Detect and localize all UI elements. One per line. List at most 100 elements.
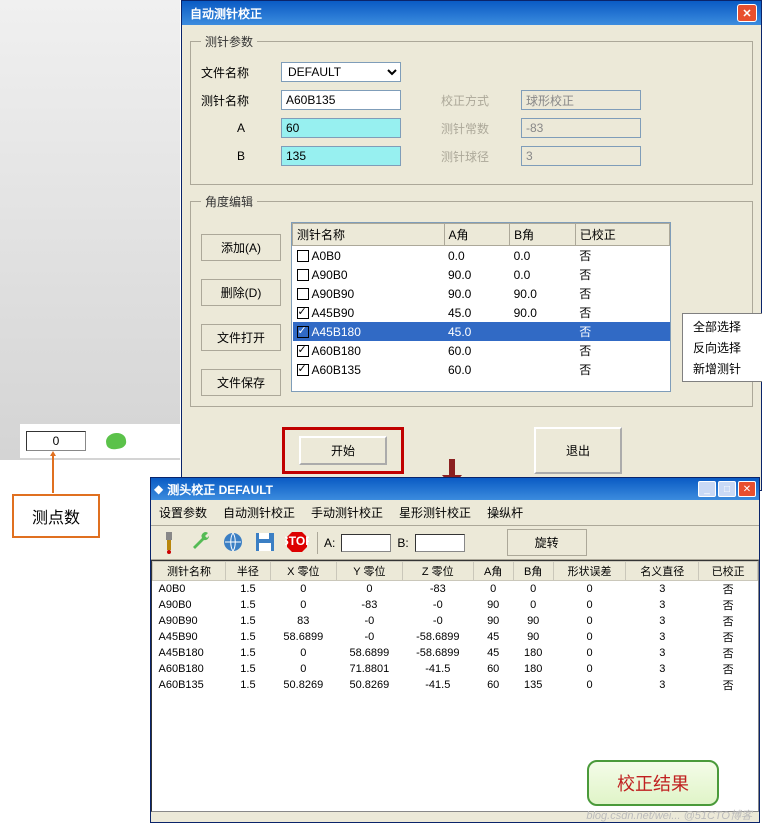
column-header[interactable]: A角 xyxy=(473,562,513,581)
column-header[interactable]: Z 零位 xyxy=(402,562,473,581)
column-header[interactable]: 名义直径 xyxy=(626,562,699,581)
probename-label: 测针名称 xyxy=(201,92,281,109)
table-row[interactable]: A90B9090.090.0否 xyxy=(293,284,670,303)
auto-probe-correction-window: 自动测针校正 ✕ 测针参数 文件名称 DEFAULT 测针名称 A B xyxy=(181,0,762,491)
titlebar[interactable]: ◆ 测头校正 DEFAULT _ □ ✕ xyxy=(151,478,759,500)
column-header[interactable]: B角 xyxy=(513,562,553,581)
minimize-icon[interactable]: _ xyxy=(698,481,716,497)
table-row[interactable]: A45B18045.0否 xyxy=(293,322,670,341)
column-header[interactable]: Y 零位 xyxy=(336,562,402,581)
rotate-button[interactable]: 旋转 xyxy=(507,529,587,556)
table-row[interactable]: A60B1351.550.826950.8269-41.56013503否 xyxy=(153,677,758,693)
th-cal[interactable]: 已校正 xyxy=(575,224,669,246)
table-row[interactable]: A60B13560.0否 xyxy=(293,360,670,379)
checkbox-icon[interactable] xyxy=(297,326,309,338)
angle-table[interactable]: 测针名称 A角 B角 已校正 A0B00.00.0否A90B090.00.0否A… xyxy=(291,222,671,392)
checkbox-icon[interactable] xyxy=(297,269,309,281)
probe-icon[interactable] xyxy=(157,530,183,556)
menu-star-correction[interactable]: 星形测针校正 xyxy=(395,502,475,523)
probe-params-group: 测针参数 文件名称 DEFAULT 测针名称 A B xyxy=(190,33,753,185)
column-header[interactable]: X 零位 xyxy=(270,562,336,581)
correction-mode-label: 校正方式 xyxy=(441,92,521,109)
a-angle-input[interactable] xyxy=(341,534,391,552)
table-row[interactable]: A60B18060.0否 xyxy=(293,341,670,360)
close-icon[interactable]: ✕ xyxy=(737,4,757,22)
checkbox-icon[interactable] xyxy=(297,288,309,300)
table-row[interactable]: A0B01.500-830003否 xyxy=(153,581,758,598)
table-row[interactable]: A90B01.50-83-090003否 xyxy=(153,597,758,613)
wrench-icon[interactable] xyxy=(189,530,215,556)
probe-diam-label: 测针球径 xyxy=(441,148,521,165)
column-header[interactable]: 测针名称 xyxy=(153,562,226,581)
probe-const-label: 测针常数 xyxy=(441,120,521,137)
a-label: A: xyxy=(324,536,335,550)
th-b[interactable]: B角 xyxy=(510,224,576,246)
file-open-button[interactable]: 文件打开 xyxy=(201,324,281,351)
result-annotation: 校正结果 xyxy=(587,760,719,806)
column-header[interactable]: 已校正 xyxy=(699,562,758,581)
menu-manual-correction[interactable]: 手动测针校正 xyxy=(307,502,387,523)
b-angle-input[interactable] xyxy=(415,534,465,552)
b-label: B: xyxy=(397,536,408,550)
filename-label: 文件名称 xyxy=(201,64,281,81)
column-header[interactable]: 半径 xyxy=(226,562,271,581)
arrow-icon xyxy=(52,455,54,493)
save-icon[interactable] xyxy=(253,530,279,556)
th-a[interactable]: A角 xyxy=(444,224,510,246)
group-label: 角度编辑 xyxy=(201,193,257,210)
angle-edit-group: 角度编辑 添加(A) 删除(D) 文件打开 文件保存 测针名称 A角 B角 已校… xyxy=(190,193,753,407)
table-row[interactable]: A45B9045.090.0否 xyxy=(293,303,670,322)
menu-settings[interactable]: 设置参数 xyxy=(155,502,211,523)
checkbox-icon[interactable] xyxy=(297,250,309,262)
group-label: 测针参数 xyxy=(201,33,257,50)
point-count-input[interactable] xyxy=(26,431,86,451)
eraser-icon[interactable] xyxy=(105,432,127,451)
window-title: 自动测针校正 xyxy=(186,5,737,22)
globe-icon[interactable] xyxy=(221,530,247,556)
table-row[interactable]: A45B1801.5058.6899-58.68994518003否 xyxy=(153,645,758,661)
menubar: 设置参数 自动测针校正 手动测针校正 星形测针校正 操纵杆 xyxy=(151,500,759,526)
add-button[interactable]: 添加(A) xyxy=(201,234,281,261)
highlight-box: 开始 xyxy=(282,427,404,474)
menu-joystick[interactable]: 操纵杆 xyxy=(483,502,527,523)
probe-const-input xyxy=(521,118,641,138)
filename-select[interactable]: DEFAULT xyxy=(281,62,401,82)
table-row[interactable]: A90B901.583-0-0909003否 xyxy=(153,613,758,629)
start-button[interactable]: 开始 xyxy=(299,436,387,465)
ctx-new-probe[interactable]: 新增测针 xyxy=(683,358,762,379)
checkbox-icon[interactable] xyxy=(297,345,309,357)
checkbox-icon[interactable] xyxy=(297,307,309,319)
watermark: blog.csdn.net/wei... @51CTO博客 xyxy=(586,807,752,823)
th-name[interactable]: 测针名称 xyxy=(293,224,445,246)
a-input[interactable] xyxy=(281,118,401,138)
titlebar[interactable]: 自动测针校正 ✕ xyxy=(182,1,761,25)
table-row[interactable]: A45B901.558.6899-0-58.6899459003否 xyxy=(153,629,758,645)
stop-icon[interactable]: STOP xyxy=(285,530,311,556)
checkbox-icon[interactable] xyxy=(297,364,309,376)
ctx-select-all[interactable]: 全部选择 xyxy=(683,316,762,337)
table-row[interactable]: A90B090.00.0否 xyxy=(293,265,670,284)
ctx-invert[interactable]: 反向选择 xyxy=(683,337,762,358)
probe-diam-input xyxy=(521,146,641,166)
menu-auto-correction[interactable]: 自动测针校正 xyxy=(219,502,299,523)
toolbar: STOP A: B: 旋转 xyxy=(151,526,759,560)
table-row[interactable]: A60B1801.5071.8801-41.56018003否 xyxy=(153,661,758,677)
b-input[interactable] xyxy=(281,146,401,166)
delete-button[interactable]: 删除(D) xyxy=(201,279,281,306)
file-save-button[interactable]: 文件保存 xyxy=(201,369,281,396)
column-header[interactable]: 形状误差 xyxy=(553,562,626,581)
close-icon[interactable]: ✕ xyxy=(738,481,756,497)
app-icon: ◆ xyxy=(154,482,163,496)
maximize-icon[interactable]: □ xyxy=(718,481,736,497)
a-label: A xyxy=(201,121,281,135)
probe-head-correction-window: ◆ 测头校正 DEFAULT _ □ ✕ 设置参数 自动测针校正 手动测针校正 … xyxy=(150,477,760,823)
point-count-box xyxy=(20,424,180,458)
correction-mode-input xyxy=(521,90,641,110)
point-count-label: 测点数 xyxy=(12,494,100,538)
exit-button[interactable]: 退出 xyxy=(534,427,622,474)
window-title: 测头校正 DEFAULT xyxy=(167,481,698,498)
svg-text:STOP: STOP xyxy=(285,534,309,548)
probename-input[interactable] xyxy=(281,90,401,110)
b-label: B xyxy=(201,149,281,163)
table-row[interactable]: A0B00.00.0否 xyxy=(293,246,670,266)
